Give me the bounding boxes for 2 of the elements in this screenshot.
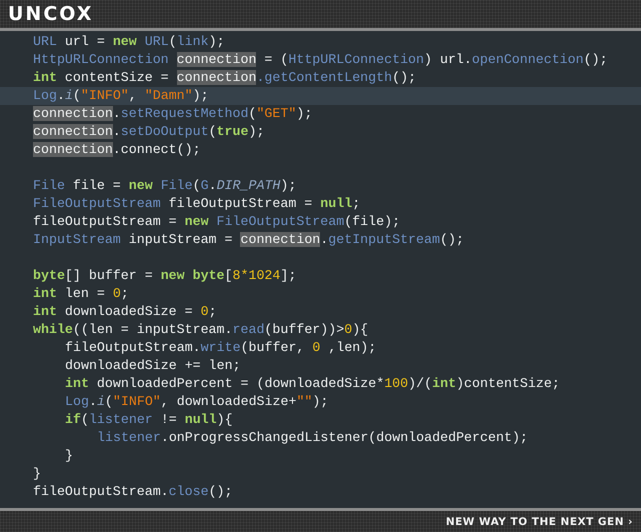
logo: UNCOX	[8, 4, 94, 24]
tagline: NEW WAY TO THE NEXT GEN ›	[446, 516, 633, 528]
